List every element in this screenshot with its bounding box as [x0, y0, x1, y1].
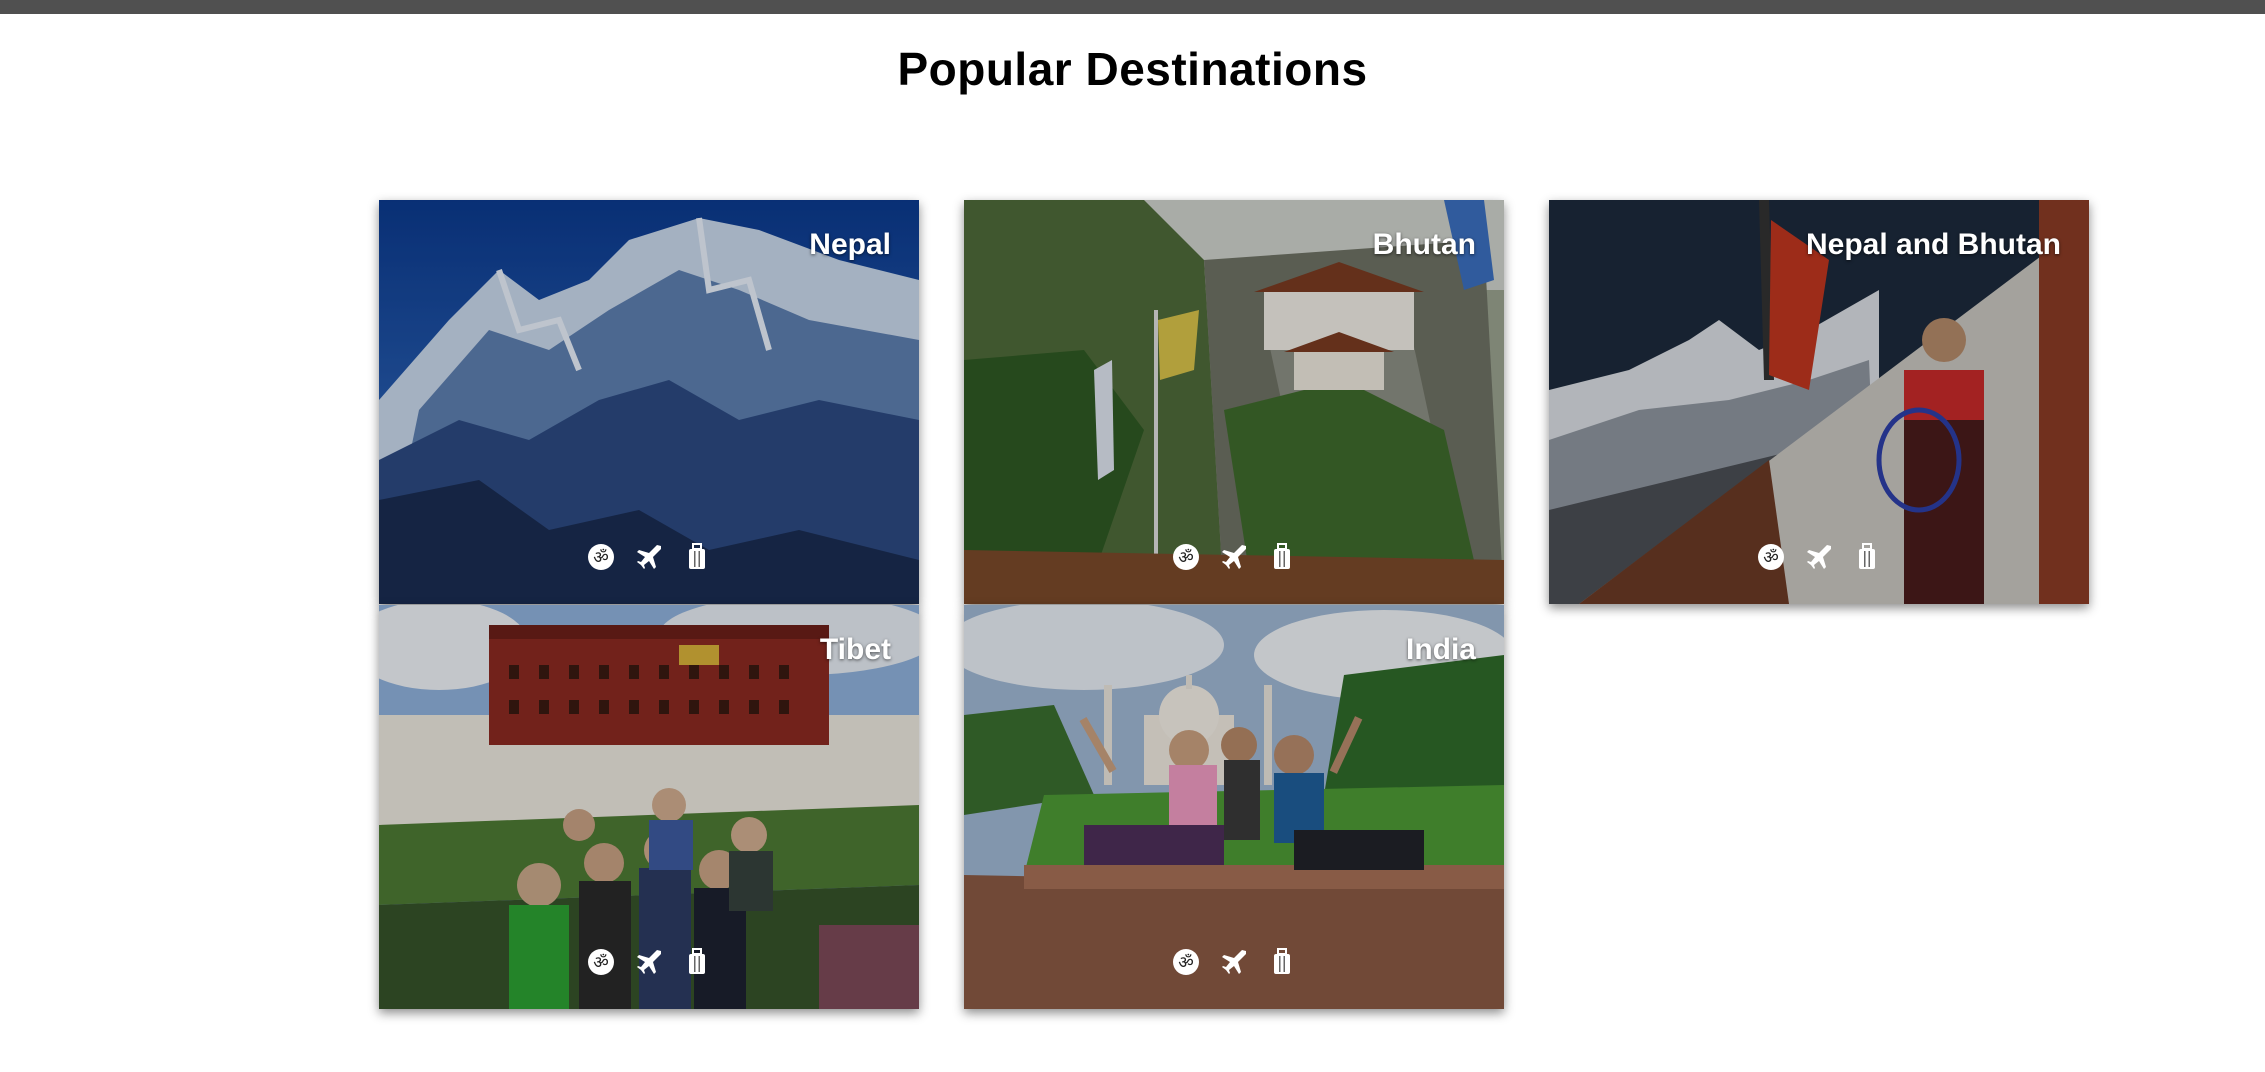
- luggage-icon[interactable]: [1267, 542, 1297, 572]
- card-title: India: [1405, 633, 1476, 666]
- om-icon[interactable]: ॐ: [586, 542, 616, 572]
- page-title: Popular Destinations: [897, 43, 1368, 95]
- om-icon[interactable]: ॐ: [586, 947, 616, 977]
- destination-card-bhutan[interactable]: Bhutan ॐ: [964, 200, 1504, 604]
- card-icon-row: ॐ: [1549, 542, 2089, 572]
- card-icon-row: ॐ: [379, 542, 919, 572]
- svg-text:ॐ: ॐ: [1763, 548, 1779, 568]
- card-title: Tibet: [819, 633, 891, 666]
- card-icon-row: ॐ: [964, 542, 1504, 572]
- om-icon[interactable]: ॐ: [1171, 947, 1201, 977]
- airplane-icon[interactable]: [1804, 542, 1834, 572]
- destination-card-tibet[interactable]: Tibet ॐ: [379, 605, 919, 1009]
- card-icon-row: ॐ: [379, 947, 919, 977]
- airplane-icon[interactable]: [1219, 947, 1249, 977]
- luggage-icon[interactable]: [1852, 542, 1882, 572]
- luggage-icon[interactable]: [682, 947, 712, 977]
- top-bar: [0, 0, 2265, 14]
- destination-card-nepal-and-bhutan[interactable]: Nepal and Bhutan ॐ: [1549, 200, 2089, 604]
- airplane-icon[interactable]: [1219, 542, 1249, 572]
- destination-card-nepal[interactable]: Nepal ॐ: [379, 200, 919, 604]
- luggage-icon[interactable]: [1267, 947, 1297, 977]
- airplane-icon[interactable]: [634, 542, 664, 572]
- airplane-icon[interactable]: [634, 947, 664, 977]
- card-title: Nepal and Bhutan: [1805, 228, 2061, 261]
- svg-text:ॐ: ॐ: [593, 548, 609, 568]
- destination-card-india[interactable]: India ॐ: [964, 605, 1504, 1009]
- card-icon-row: ॐ: [964, 947, 1504, 977]
- card-title: Nepal: [809, 228, 891, 261]
- destinations-grid: Nepal ॐ Bhutan ॐ Nepal and Bhutan ॐ Tibe…: [379, 200, 2089, 1010]
- om-icon[interactable]: ॐ: [1171, 542, 1201, 572]
- om-icon[interactable]: ॐ: [1756, 542, 1786, 572]
- svg-text:ॐ: ॐ: [1178, 953, 1194, 973]
- card-title: Bhutan: [1372, 228, 1476, 261]
- svg-text:ॐ: ॐ: [1178, 548, 1194, 568]
- svg-text:ॐ: ॐ: [593, 953, 609, 973]
- luggage-icon[interactable]: [682, 542, 712, 572]
